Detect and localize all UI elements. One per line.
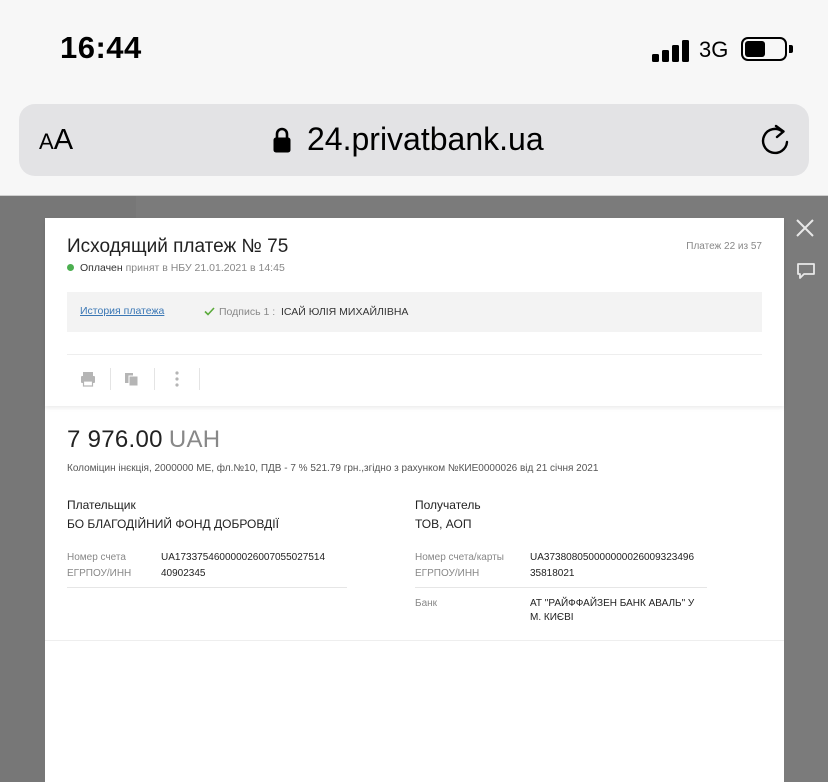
network-type: 3G	[699, 37, 729, 62]
payment-purpose: Коломіцин інєкція, 2000000 МЕ, фл.№10, П…	[67, 463, 599, 474]
battery-icon	[741, 37, 787, 61]
payment-header: Исходящий платеж № 75 Платеж 22 из 57 Оп…	[45, 218, 784, 406]
more-icon	[175, 371, 179, 387]
recipient-account-label: Номер счета/карты	[415, 552, 504, 563]
payment-modal: Исходящий платеж № 75 Платеж 22 из 57 Оп…	[45, 218, 784, 782]
more-button[interactable]	[155, 366, 199, 392]
check-icon	[204, 307, 215, 316]
payer-title: Плательщик	[67, 498, 136, 512]
recipient-title: Получатель	[415, 498, 481, 512]
payer-account: UA173375460000026007055027514	[161, 552, 326, 563]
close-icon[interactable]	[794, 217, 816, 239]
recipient-edrpou-label: ЕГРПОУ/ИНН	[415, 568, 480, 579]
printer-icon	[81, 372, 95, 387]
recipient-name: ТОВ, АОП	[415, 517, 472, 531]
payer-edrpou: 40902345	[161, 568, 206, 579]
status-bar: 16:44 3G	[0, 0, 828, 96]
copy-button[interactable]	[111, 366, 155, 392]
url-text[interactable]: 24.privatbank.ua	[307, 121, 544, 158]
address-bar[interactable]: AA 24.privatbank.ua	[19, 104, 809, 176]
reload-icon[interactable]	[757, 122, 793, 158]
payer-account-label: Номер счета	[67, 552, 126, 563]
lock-icon	[273, 127, 291, 153]
recipient-account: UA373808050000000026009323496	[530, 552, 695, 563]
chat-icon[interactable]	[796, 262, 816, 280]
text-size-button[interactable]: AA	[39, 124, 73, 157]
page-title: Исходящий платеж № 75	[67, 236, 289, 257]
recipient-bank-line1: АТ "РАЙФФАЙЗЕН БАНК АВАЛЬ" У	[530, 598, 695, 609]
currency: UAH	[168, 426, 221, 453]
signature-panel: История платежа Подпись 1 : ІСАЙ ЮЛІЯ МИ…	[67, 292, 762, 332]
status-dot-icon	[67, 264, 74, 271]
payment-counter: Платеж 22 из 57	[686, 241, 762, 252]
recipient-bank-label: Банк	[415, 598, 438, 609]
payer-edrpou-label: ЕГРПОУ/ИНН	[67, 568, 132, 579]
signal-icon	[652, 38, 692, 62]
recipient-edrpou: 35818021	[530, 568, 575, 579]
print-button[interactable]	[67, 366, 111, 392]
clock: 16:44	[60, 30, 142, 65]
payment-amount: 7 976.00 UAH	[67, 426, 221, 453]
copy-icon	[125, 373, 139, 387]
recipient-bank-line2: М. КИЄВІ	[530, 612, 574, 623]
signature-info: Подпись 1 : ІСАЙ ЮЛІЯ МИХАЙЛІВНА	[219, 306, 409, 318]
payment-history-link[interactable]: История платежа	[80, 305, 164, 317]
payment-status: Оплачен принят в НБУ 21.01.2021 в 14:45	[67, 262, 285, 274]
payer-name: БО БЛАГОДІЙНИЙ ФОНД ДОБРОВДІЇ	[67, 517, 279, 531]
